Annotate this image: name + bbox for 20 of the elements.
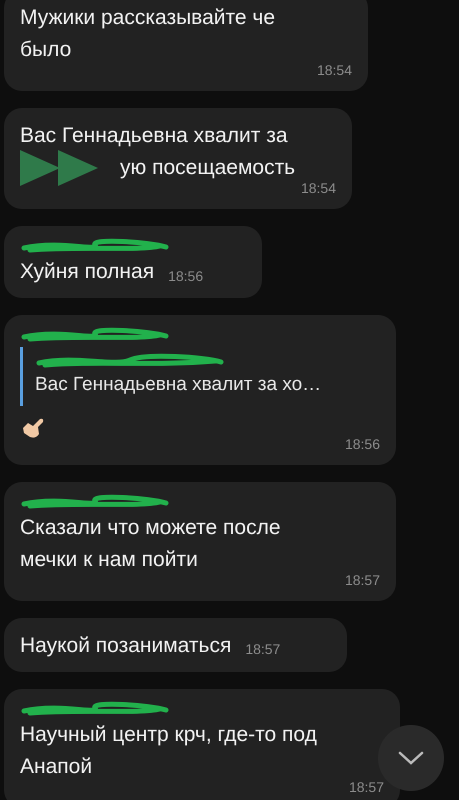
message-time: 18:56 [344,434,380,454]
message-text: Анапой [20,754,92,780]
message-time: 18:56 [168,266,204,286]
message-text: Мужики рассказывайте че [20,5,276,31]
message-time: 18:57 [348,778,384,796]
message-text: Научный центр крч, где-то под [20,722,317,748]
message-time: 18:57 [344,570,380,590]
message-text: было [20,37,72,63]
message-text: Вас Геннадьевна хвалит за [20,123,288,149]
chevron-down-icon [398,751,424,765]
message-time: 18:57 [245,640,280,659]
message-text: мечки к нам пойти [20,546,198,572]
message-text: Хуйня полная [20,259,154,285]
reply-quote[interactable]: Вас Геннадьевна хвалит за хо… [20,347,380,406]
message-time: 18:54 [316,61,352,80]
message-time: 18:54 [300,179,336,198]
message-text: Наукой позаниматься [20,632,232,658]
message-text: Сказали что можете после [20,514,281,540]
quote-text: Вас Геннадьевна хвалит за хо… [35,373,322,397]
message-text: ую посещаемость [120,155,296,181]
